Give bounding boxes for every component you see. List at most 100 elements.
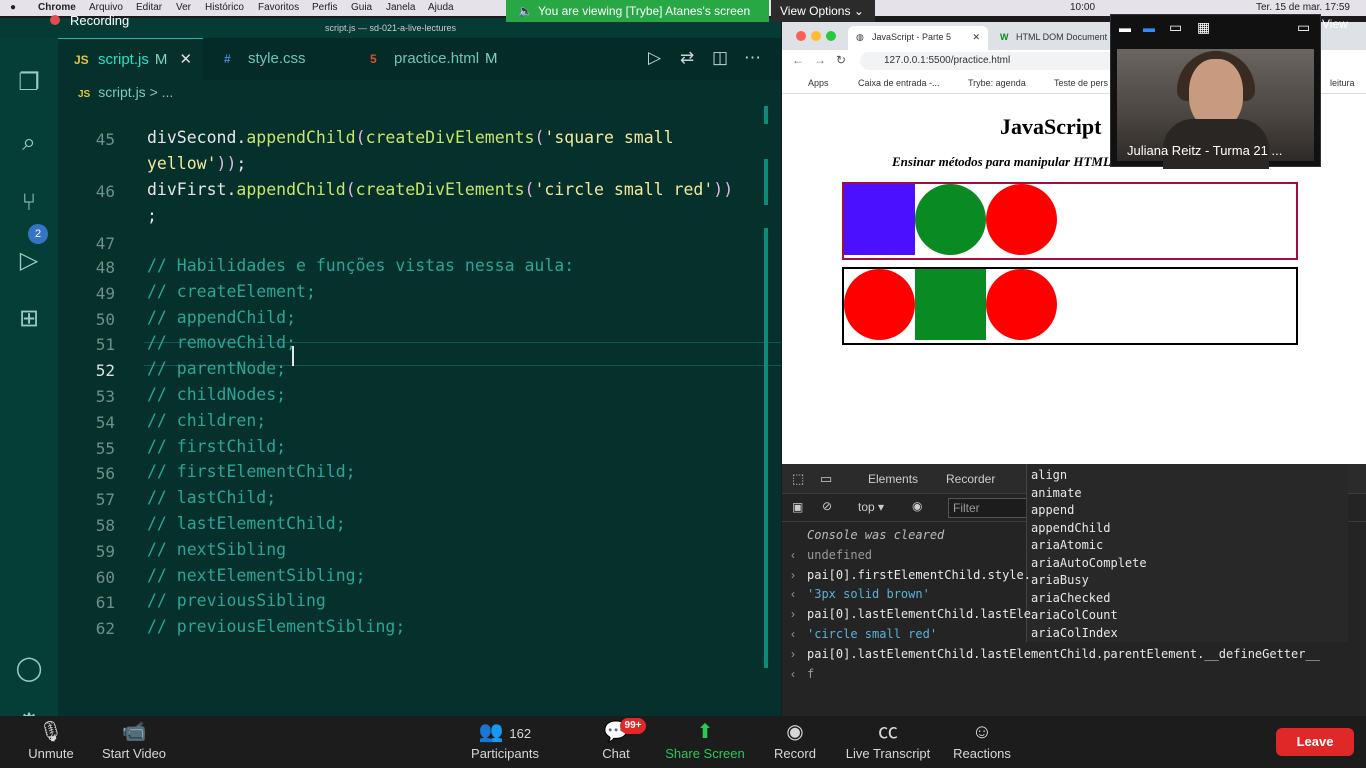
- menu-janela[interactable]: Janela: [386, 2, 415, 13]
- share-label: Share Screen: [665, 746, 745, 761]
- line-number: 51: [95, 335, 115, 355]
- search-icon[interactable]: ⌕: [14, 128, 44, 158]
- explorer-icon[interactable]: ❐: [14, 68, 44, 98]
- reactions-button[interactable]: ☺ Reactions: [950, 716, 1014, 768]
- autocomplete-item[interactable]: animate: [1031, 486, 1082, 500]
- chat-label: Chat: [602, 746, 630, 761]
- browser-tab-label: JavaScript - Parte 5: [872, 32, 952, 42]
- html-file-icon: 5: [370, 52, 377, 66]
- tab-practice-html[interactable]: 5 practice.html M: [354, 38, 514, 80]
- participants-button[interactable]: 👥 162 Participants: [466, 716, 544, 768]
- code-editor[interactable]: 45 divSecond.appendChild(createDivElemen…: [58, 106, 781, 716]
- exit-icon[interactable]: ▭: [1297, 19, 1310, 36]
- share-screen-button[interactable]: ⬆ Share Screen: [662, 716, 748, 768]
- console-arrow-icon: ‹: [791, 587, 795, 602]
- reload-icon[interactable]: ↻: [836, 53, 846, 67]
- code-line: divSecond.appendChild(createDivElements(…: [147, 128, 674, 147]
- circle-red[interactable]: [844, 269, 915, 340]
- close-tab-icon[interactable]: ✕: [972, 26, 980, 48]
- autocomplete-item[interactable]: ariaChecked: [1031, 591, 1110, 605]
- split-editor-icon[interactable]: ◫: [712, 48, 728, 68]
- close-icon[interactable]: ✕: [180, 51, 193, 68]
- record-button[interactable]: ◉ Record: [770, 716, 820, 768]
- browser-tab-active[interactable]: ◍ JavaScript - Parte 5 ✕: [848, 26, 988, 50]
- circle-green[interactable]: [915, 184, 986, 255]
- tab-elements[interactable]: Elements: [868, 472, 918, 486]
- minimize-icon[interactable]: ▬: [1119, 21, 1131, 35]
- menu-perfis[interactable]: Perfis: [312, 2, 338, 13]
- unmute-button[interactable]: 🎙 Unmute: [20, 716, 82, 768]
- menu-historico[interactable]: Histórico: [205, 2, 244, 13]
- view-button[interactable]: View: [1322, 14, 1362, 34]
- father-box-2[interactable]: [842, 267, 1298, 345]
- maximize-window-icon[interactable]: [826, 31, 836, 41]
- close-window-icon[interactable]: [796, 31, 806, 41]
- bookmark-inbox[interactable]: Caixa de entrada -...: [858, 78, 940, 88]
- autocomplete-popup[interactable]: align animate append appendChild ariaAtomic a…: [1026, 464, 1348, 642]
- line-number: 47: [95, 234, 115, 253]
- leave-button[interactable]: Leave: [1276, 728, 1354, 756]
- activity-bar: ❐ ⌕ ⑂ 2 ▷ ⊞ ◯ ⚙: [0, 38, 58, 736]
- filter-input[interactable]: Filter: [948, 498, 1028, 518]
- page-title: JavaScript: [1000, 114, 1102, 139]
- more-icon[interactable]: ⋯: [744, 48, 761, 68]
- menu-ver[interactable]: Ver: [176, 2, 191, 13]
- line-number: 48: [95, 258, 115, 277]
- device-toolbar-icon[interactable]: ▭: [820, 471, 832, 487]
- tab-recorder[interactable]: Recorder: [946, 472, 995, 486]
- menu-editar[interactable]: Editar: [136, 2, 162, 13]
- eye-icon[interactable]: ◉: [912, 499, 922, 513]
- menu-ajuda[interactable]: Ajuda: [428, 2, 454, 13]
- autocomplete-item[interactable]: ariaAutoComplete: [1031, 556, 1147, 570]
- autocomplete-item[interactable]: ariaBusy: [1031, 573, 1089, 587]
- compare-icon[interactable]: ⇄: [680, 48, 694, 68]
- apple-icon[interactable]: ●: [10, 2, 16, 13]
- thumbnail-icon[interactable]: ▭: [1169, 19, 1182, 36]
- context-select[interactable]: top ▾: [858, 500, 884, 514]
- autocomplete-item[interactable]: ariaAtomic: [1031, 538, 1103, 552]
- father-box-1[interactable]: [842, 182, 1298, 260]
- bookmark-leitura[interactable]: leitura: [1330, 78, 1355, 88]
- start-video-button[interactable]: 📹 Start Video: [96, 716, 172, 768]
- tab-style-css[interactable]: # style.css: [208, 38, 348, 80]
- chat-badge: 99+: [620, 718, 646, 734]
- speaker-view-icon[interactable]: ▬: [1143, 21, 1155, 35]
- circle-red[interactable]: [986, 269, 1057, 340]
- code-method: appendChild: [236, 180, 346, 199]
- view-options-button[interactable]: View Options ⌄: [771, 0, 875, 22]
- tab-script-js[interactable]: JS script.js M ✕: [58, 38, 203, 80]
- back-icon[interactable]: ←: [792, 53, 804, 67]
- minimize-window-icon[interactable]: [811, 31, 821, 41]
- run-icon[interactable]: ▷: [648, 48, 661, 68]
- address-bar[interactable]: 127.0.0.1:5500/practice.html: [860, 52, 1120, 70]
- bookmark-apps[interactable]: Apps: [808, 78, 829, 88]
- menu-guia[interactable]: Guia: [351, 2, 372, 13]
- menu-chrome[interactable]: Chrome: [38, 2, 76, 13]
- participant-video[interactable]: ▬ ▬ ▭ ▦ ▭ Juliana Reitz - Turma 21 ...: [1110, 14, 1321, 169]
- autocomplete-item[interactable]: ariaColIndex: [1031, 626, 1118, 640]
- browser-tab[interactable]: W HTML DOM Document: [992, 26, 1112, 50]
- source-control-icon[interactable]: ⑂: [14, 188, 44, 218]
- autocomplete-item[interactable]: ariaColCount: [1031, 608, 1118, 622]
- square-blue[interactable]: [844, 184, 915, 255]
- inspect-icon[interactable]: ⬚: [792, 471, 804, 487]
- run-debug-icon[interactable]: ▷: [14, 246, 44, 276]
- autocomplete-item[interactable]: align: [1031, 468, 1067, 482]
- autocomplete-item[interactable]: append: [1031, 503, 1074, 517]
- square-green[interactable]: [915, 269, 986, 340]
- breadcrumb[interactable]: JS script.js > ...: [78, 84, 173, 100]
- forward-icon[interactable]: →: [814, 53, 826, 67]
- bookmark-trybe-agenda[interactable]: Trybe: agenda: [968, 78, 1026, 88]
- menu-favoritos[interactable]: Favoritos: [258, 2, 299, 13]
- line-number: 58: [95, 516, 115, 535]
- sidebar-toggle-icon[interactable]: ▣: [792, 500, 803, 514]
- menu-arquivo[interactable]: Arquivo: [89, 2, 123, 13]
- clear-console-icon[interactable]: ⊘: [822, 499, 832, 513]
- gallery-icon[interactable]: ▦: [1197, 19, 1210, 36]
- account-icon[interactable]: ◯: [14, 654, 44, 684]
- extensions-icon[interactable]: ⊞: [14, 304, 44, 334]
- live-transcript-button[interactable]: ㏄ Live Transcript: [842, 716, 934, 768]
- circle-red[interactable]: [986, 184, 1057, 255]
- bookmark-teste[interactable]: Teste de pers: [1054, 78, 1108, 88]
- autocomplete-item[interactable]: appendChild: [1031, 521, 1110, 535]
